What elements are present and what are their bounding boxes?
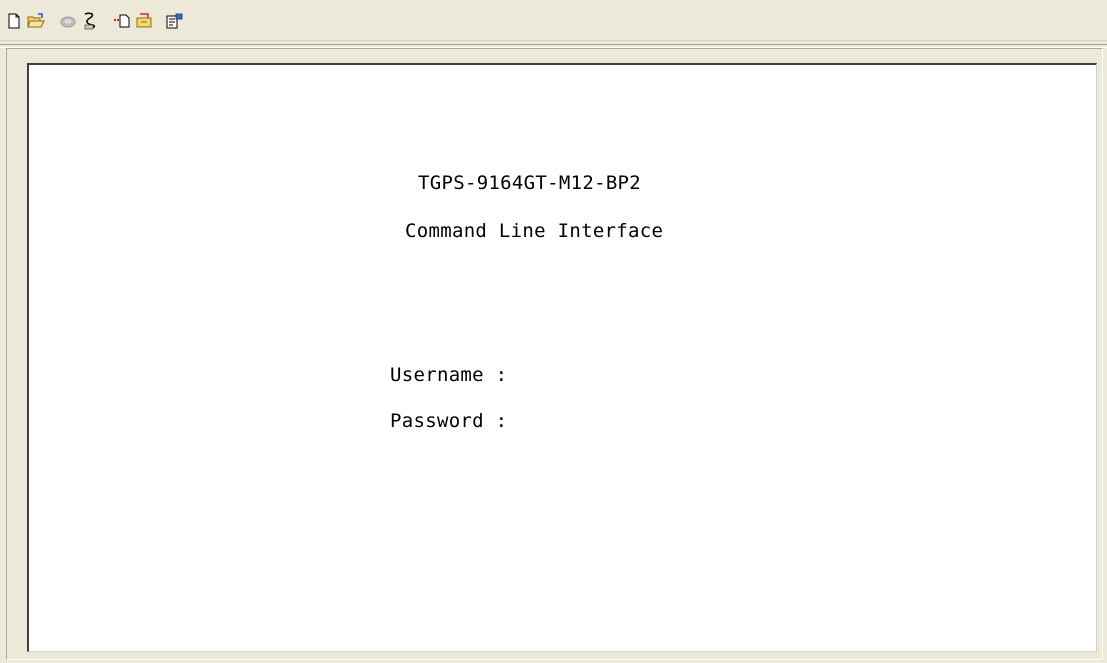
properties-icon[interactable]	[164, 12, 184, 30]
open-folder-icon[interactable]	[26, 12, 46, 30]
connect-icon[interactable]	[58, 12, 78, 30]
device-name: TGPS-9164GT-M12-BP2	[418, 172, 642, 194]
interface-title: Command Line Interface	[405, 220, 664, 242]
toolbar	[0, 0, 1107, 41]
username-prompt: Username :	[390, 364, 508, 386]
new-document-icon[interactable]	[4, 12, 24, 30]
password-prompt: Password :	[390, 410, 508, 432]
receive-file-icon[interactable]	[134, 12, 154, 30]
send-file-icon[interactable]	[112, 12, 132, 30]
disconnect-icon[interactable]	[80, 12, 100, 30]
terminal-frame: TGPS-9164GT-M12-BP2 Command Line Interfa…	[6, 48, 1103, 660]
terminal-window[interactable]: TGPS-9164GT-M12-BP2 Command Line Interfa…	[27, 63, 1097, 652]
